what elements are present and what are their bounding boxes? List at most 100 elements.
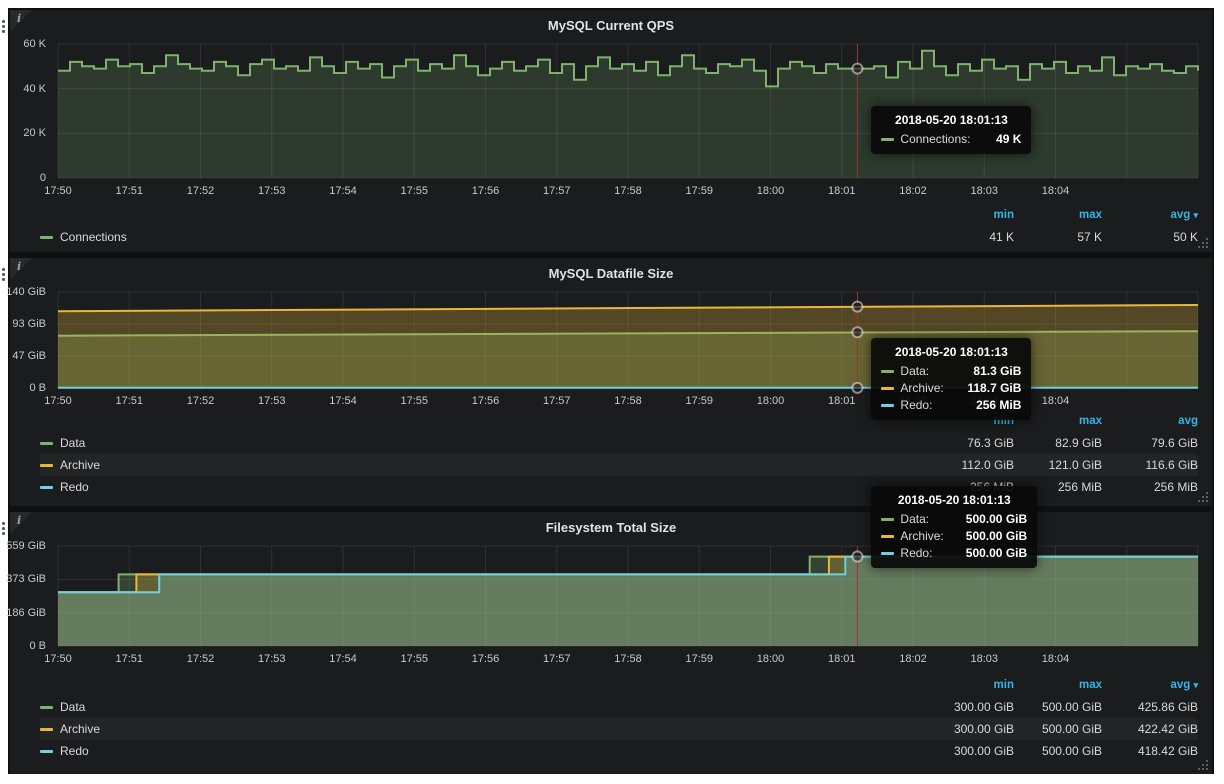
panel-drag-handle-icon[interactable]	[2, 522, 5, 525]
legend-header-avg[interactable]: avg ▾	[1102, 209, 1198, 221]
legend-series-label: Redo	[60, 480, 89, 494]
x-tick-label: 18:02	[899, 653, 927, 665]
legend-max-value: 82.9 GiB	[1014, 436, 1102, 450]
legend: min max avg ▾ Connections 41 K 57 K 50 K	[10, 204, 1212, 248]
series-color-swatch	[40, 442, 53, 445]
legend-avg-value: 116.6 GiB	[1102, 458, 1198, 472]
legend-row-redo: Redo 300.00 GiB 500.00 GiB 418.42 GiB	[40, 740, 1198, 762]
series-color-swatch	[40, 236, 53, 239]
plot-area[interactable]	[58, 44, 1198, 178]
legend-header-max[interactable]: max	[1014, 679, 1102, 691]
panel-drag-handle-icon[interactable]	[2, 268, 5, 271]
x-tick-label: 18:02	[899, 395, 927, 407]
legend-max-value: 500.00 GiB	[1014, 722, 1102, 736]
legend-header-avg[interactable]: avg ▾	[1102, 679, 1198, 691]
x-tick-label: 17:53	[258, 185, 286, 197]
grafana-dashboard: i MySQL Current QPS 60 K40 K20 K0 17:501…	[8, 8, 1214, 774]
x-tick-label: 17:51	[115, 185, 143, 197]
x-tick-label: 18:01	[828, 395, 856, 407]
legend-row-archive: Archive 300.00 GiB 500.00 GiB 422.42 GiB	[40, 718, 1198, 740]
legend-header-min[interactable]: min	[926, 209, 1014, 221]
x-tick-label: 17:54	[329, 185, 357, 197]
y-tick-label: 93 GiB	[12, 318, 46, 330]
x-tick-label: 17:55	[400, 653, 428, 665]
x-tick-label: 17:57	[543, 395, 571, 407]
legend-series-label: Data	[60, 700, 85, 714]
legend-series-archive[interactable]: Archive	[40, 458, 926, 472]
legend-series-label: Data	[60, 436, 85, 450]
legend-series-data[interactable]: Data	[40, 436, 926, 450]
x-tick-label: 17:58	[614, 653, 642, 665]
legend-series-data[interactable]: Data	[40, 700, 926, 714]
legend-row-redo: Redo 256 MiB 256 MiB 256 MiB	[40, 476, 1198, 498]
x-tick-label: 17:52	[187, 395, 215, 407]
x-tick-label: 18:04	[1042, 653, 1070, 665]
legend-header-row: min max avg ▾	[40, 204, 1198, 226]
y-tick-label: 140 GiB	[6, 286, 46, 298]
legend-avg-value: 50 K	[1102, 230, 1198, 244]
legend-min-value: 300.00 GiB	[926, 700, 1014, 714]
legend-series-archive[interactable]: Archive	[40, 722, 926, 736]
legend-row-connections: Connections 41 K 57 K 50 K	[40, 226, 1198, 248]
legend-header-avg[interactable]: avg	[1102, 415, 1198, 427]
panel-resize-handle-icon[interactable]	[1206, 246, 1208, 248]
legend-avg-value: 256 MiB	[1102, 480, 1198, 494]
legend-max-value: 121.0 GiB	[1014, 458, 1102, 472]
y-tick-label: 47 GiB	[12, 350, 46, 362]
x-tick-label: 17:55	[400, 395, 428, 407]
panel-resize-handle-icon[interactable]	[1206, 500, 1208, 502]
legend-header-min[interactable]: min	[926, 415, 1014, 427]
panel-title[interactable]: MySQL Datafile Size	[10, 258, 1212, 281]
x-tick-label: 17:50	[44, 185, 72, 197]
x-tick-label: 17:50	[44, 653, 72, 665]
legend: min max avg Data 76.3 GiB 82.9 GiB 79.6 …	[10, 410, 1212, 498]
legend: min max avg ▾ Data 300.00 GiB 500.00 GiB…	[10, 674, 1212, 762]
x-axis-labels: 17:5017:5117:5217:5317:5417:5517:5617:57…	[58, 651, 1198, 667]
legend-header-max[interactable]: max	[1014, 415, 1102, 427]
legend-min-value: 41 K	[926, 230, 1014, 244]
y-tick-label: 20 K	[23, 127, 46, 139]
y-tick-label: 373 GiB	[6, 573, 46, 585]
panel-title[interactable]: Filesystem Total Size	[10, 512, 1212, 535]
info-icon: i	[17, 12, 21, 25]
legend-header-row: min max avg ▾	[40, 674, 1198, 696]
legend-header-min[interactable]: min	[926, 679, 1014, 691]
chevron-down-icon: ▾	[1193, 210, 1198, 220]
legend-header-max[interactable]: max	[1014, 209, 1102, 221]
y-tick-label: 186 GiB	[6, 607, 46, 619]
series-color-swatch	[40, 486, 53, 489]
x-tick-label: 18:04	[1042, 395, 1070, 407]
y-tick-label: 559 GiB	[6, 540, 46, 552]
x-tick-label: 17:59	[685, 653, 713, 665]
legend-series-label: Redo	[60, 744, 89, 758]
panel-drag-handle-icon[interactable]	[2, 20, 5, 23]
legend-min-value: 112.0 GiB	[926, 458, 1014, 472]
plot-area[interactable]	[58, 546, 1198, 646]
panel-title[interactable]: MySQL Current QPS	[10, 10, 1212, 33]
y-tick-label: 40 K	[23, 83, 46, 95]
legend-series-label: Connections	[60, 230, 127, 244]
x-tick-label: 18:03	[970, 653, 998, 665]
panel-resize-handle-icon[interactable]	[1206, 768, 1208, 770]
x-tick-label: 17:54	[329, 395, 357, 407]
y-tick-label: 0 B	[29, 640, 46, 652]
y-tick-label: 60 K	[23, 38, 46, 50]
series-color-swatch	[40, 750, 53, 753]
y-tick-label: 0 B	[29, 382, 46, 394]
x-tick-label: 17:53	[258, 653, 286, 665]
x-tick-label: 17:59	[685, 395, 713, 407]
legend-series-connections[interactable]: Connections	[40, 230, 926, 244]
legend-header-row: min max avg	[40, 410, 1198, 432]
x-tick-label: 17:56	[472, 653, 500, 665]
legend-row-data: Data 300.00 GiB 500.00 GiB 425.86 GiB	[40, 696, 1198, 718]
plot-area[interactable]	[58, 292, 1198, 388]
panel-mysql-datafile-size: i MySQL Datafile Size 140 GiB93 GiB47 Gi…	[10, 258, 1212, 506]
info-icon: i	[17, 514, 21, 527]
chart-canvas	[58, 44, 1198, 178]
panel-mysql-current-qps: i MySQL Current QPS 60 K40 K20 K0 17:501…	[10, 10, 1212, 252]
legend-series-redo[interactable]: Redo	[40, 480, 926, 494]
series-color-swatch	[40, 464, 53, 467]
x-tick-label: 17:51	[115, 653, 143, 665]
legend-max-value: 500.00 GiB	[1014, 700, 1102, 714]
legend-series-redo[interactable]: Redo	[40, 744, 926, 758]
